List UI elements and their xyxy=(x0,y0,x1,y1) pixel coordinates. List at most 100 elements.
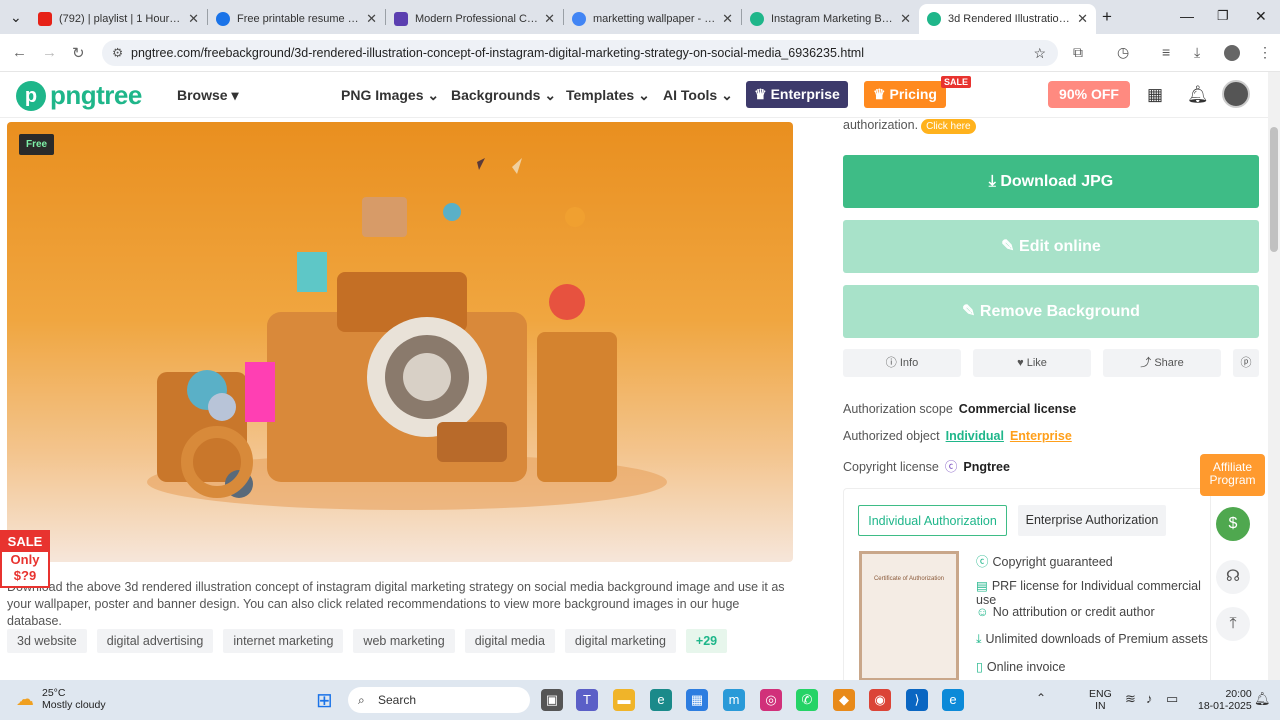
windows-start-icon[interactable]: ⊞ xyxy=(316,688,333,713)
sale-widget[interactable]: SALE Only $?9 xyxy=(0,530,50,588)
app-icon[interactable]: m xyxy=(723,689,745,711)
search-icon: ⌕ xyxy=(358,693,365,707)
edit-online-button[interactable]: ✎ Edit online xyxy=(843,220,1259,273)
close-icon[interactable]: ✕ xyxy=(1077,11,1088,27)
enterprise-link[interactable]: Enterprise xyxy=(1010,429,1072,443)
teams-icon[interactable]: T xyxy=(576,689,598,711)
tag-item[interactable]: internet marketing xyxy=(223,629,344,653)
browser-menu-icon[interactable]: ⋮ xyxy=(1258,44,1272,61)
edge-icon[interactable]: e xyxy=(942,689,964,711)
tag-item[interactable]: digital media xyxy=(464,629,555,653)
back-to-top-icon[interactable]: ⤒ xyxy=(1216,607,1250,641)
profile-icon[interactable] xyxy=(1224,45,1240,61)
tab-individual-authorization[interactable]: Individual Authorization xyxy=(858,505,1007,536)
bookmark-star-icon[interactable]: ☆ xyxy=(1033,40,1046,66)
download-icon: ⤓ xyxy=(988,173,1001,190)
tag-item[interactable]: digital marketing xyxy=(564,629,676,653)
whatsapp-icon[interactable]: ✆ xyxy=(796,689,818,711)
preview-image[interactable] xyxy=(7,122,793,562)
history-icon[interactable]: ◷ xyxy=(1117,44,1129,61)
weather-widget[interactable]: 25°C Mostly cloudy xyxy=(42,687,106,711)
apps-grid-icon[interactable]: ▦ xyxy=(1147,85,1163,105)
taskbar-search[interactable]: ⌕ Search xyxy=(348,687,530,713)
file-explorer-icon[interactable]: ▬ xyxy=(613,689,635,711)
app-icon[interactable]: ◆ xyxy=(833,689,855,711)
download-icon[interactable]: ⤓ xyxy=(1194,44,1200,61)
money-icon[interactable]: $ xyxy=(1216,507,1250,541)
nav-backgrounds[interactable]: Backgrounds ⌄ xyxy=(451,87,556,104)
enterprise-button[interactable]: ♛ Enterprise xyxy=(746,81,848,108)
close-icon[interactable]: ✕ xyxy=(366,11,377,27)
vscode-icon[interactable]: ⟩ xyxy=(906,689,928,711)
tab-cv[interactable]: Modern Professional CV R ✕ xyxy=(386,4,563,34)
language-indicator[interactable]: ENG IN xyxy=(1089,688,1112,712)
notification-icon[interactable]: 🔔︎ xyxy=(1254,691,1271,707)
tab-active[interactable]: 3d Rendered Illustration C ✕ xyxy=(919,4,1096,34)
volume-icon[interactable]: ♪ xyxy=(1146,691,1153,706)
browse-menu[interactable]: Browse ▾ xyxy=(177,87,239,104)
new-tab-icon[interactable]: + xyxy=(1102,7,1112,27)
pencil-icon: ✎ xyxy=(1001,238,1020,255)
back-icon[interactable]: ← xyxy=(12,44,27,61)
instagram-icon[interactable]: ◎ xyxy=(760,689,782,711)
chrome-icon[interactable]: ◉ xyxy=(869,689,891,711)
headset-icon[interactable]: ☊ xyxy=(1216,560,1250,594)
extensions-icon[interactable]: ⧉ xyxy=(1073,44,1083,61)
discount-button[interactable]: 90% OFF xyxy=(1048,81,1130,108)
notification-bell-icon[interactable]: 🔔︎ xyxy=(1187,85,1209,105)
edge-icon[interactable]: e xyxy=(650,689,672,711)
close-icon[interactable]: ✕ xyxy=(900,11,911,27)
reload-icon[interactable]: ↻ xyxy=(72,44,85,62)
tab-search-icon[interactable]: ⌄ xyxy=(10,9,22,26)
task-view-icon[interactable]: ▣ xyxy=(541,689,563,711)
affiliate-program-button[interactable]: Affiliate Program xyxy=(1200,454,1265,496)
nav-ai-tools[interactable]: AI Tools ⌄ xyxy=(663,87,733,104)
download-jpg-button[interactable]: ⤓ Download JPG xyxy=(843,155,1259,208)
google-icon xyxy=(572,12,586,26)
page-scrollbar[interactable] xyxy=(1268,72,1280,680)
wifi-icon[interactable]: ≋ xyxy=(1125,691,1136,707)
tag-item[interactable]: web marketing xyxy=(353,629,455,653)
tab-google[interactable]: marketting wallpaper - Go ✕ xyxy=(564,4,741,34)
close-icon[interactable]: ✕ xyxy=(188,11,199,27)
nav-templates[interactable]: Templates ⌄ xyxy=(566,87,650,104)
crown-icon: ♛ xyxy=(754,86,771,102)
tab-bar: ⌄ (792) | playlist | 1 Hour Of ✕ Free pri… xyxy=(0,0,1280,34)
share-button[interactable]: ⤴ Share xyxy=(1103,349,1221,377)
scrollbar-thumb[interactable] xyxy=(1270,127,1278,252)
tag-item[interactable]: 3d website xyxy=(7,629,87,653)
individual-link[interactable]: Individual xyxy=(946,429,1004,443)
site-info-icon[interactable]: ⚙ xyxy=(112,40,123,66)
remove-background-button[interactable]: ✎ Remove Background xyxy=(843,285,1259,338)
click-here-link[interactable]: Click here xyxy=(921,119,976,134)
nav-png-images[interactable]: PNG Images ⌄ xyxy=(341,87,439,104)
maximize-icon[interactable]: ❐ xyxy=(1217,8,1229,24)
weather-icon[interactable]: ☁ xyxy=(16,689,34,710)
feature-item: ☺ No attribution or credit author xyxy=(976,605,1155,619)
pencil-icon: ✎ xyxy=(962,303,980,320)
free-badge: Free xyxy=(19,134,55,155)
close-icon[interactable]: ✕ xyxy=(722,11,733,27)
avatar[interactable] xyxy=(1222,80,1250,108)
tab-enterprise-authorization[interactable]: Enterprise Authorization xyxy=(1018,505,1166,536)
close-icon[interactable]: ✕ xyxy=(544,11,555,27)
clock[interactable]: 20:00 18-01-2025 xyxy=(1198,688,1252,712)
window-close-icon[interactable]: ✕ xyxy=(1255,8,1267,25)
battery-icon[interactable]: ▭ xyxy=(1166,691,1178,707)
tab-instagram[interactable]: Instagram Marketing Back ✕ xyxy=(742,4,919,34)
store-icon[interactable]: ▦ xyxy=(686,689,708,711)
pinterest-button[interactable]: ⓟ xyxy=(1233,349,1259,377)
like-button[interactable]: ♥ Like xyxy=(973,349,1091,377)
info-button[interactable]: ⓘ Info xyxy=(843,349,961,377)
tab-resume[interactable]: Free printable resume tem ✕ xyxy=(208,4,385,34)
tray-chevron-icon[interactable]: ⌃ xyxy=(1036,691,1046,705)
pngtree-logo[interactable]: p pngtree xyxy=(16,80,142,111)
more-tags-button[interactable]: +29 xyxy=(685,629,728,653)
url-input[interactable]: ⚙ pngtree.com/freebackground/3d-rendered… xyxy=(102,40,1058,66)
pricing-button[interactable]: ♛ Pricing xyxy=(864,81,946,108)
tag-item[interactable]: digital advertising xyxy=(96,629,214,653)
media-icon[interactable]: ≡ xyxy=(1162,44,1170,60)
forward-icon[interactable]: → xyxy=(42,44,57,61)
minimize-icon[interactable]: — xyxy=(1180,8,1194,24)
tab-youtube[interactable]: (792) | playlist | 1 Hour Of ✕ xyxy=(30,4,207,34)
